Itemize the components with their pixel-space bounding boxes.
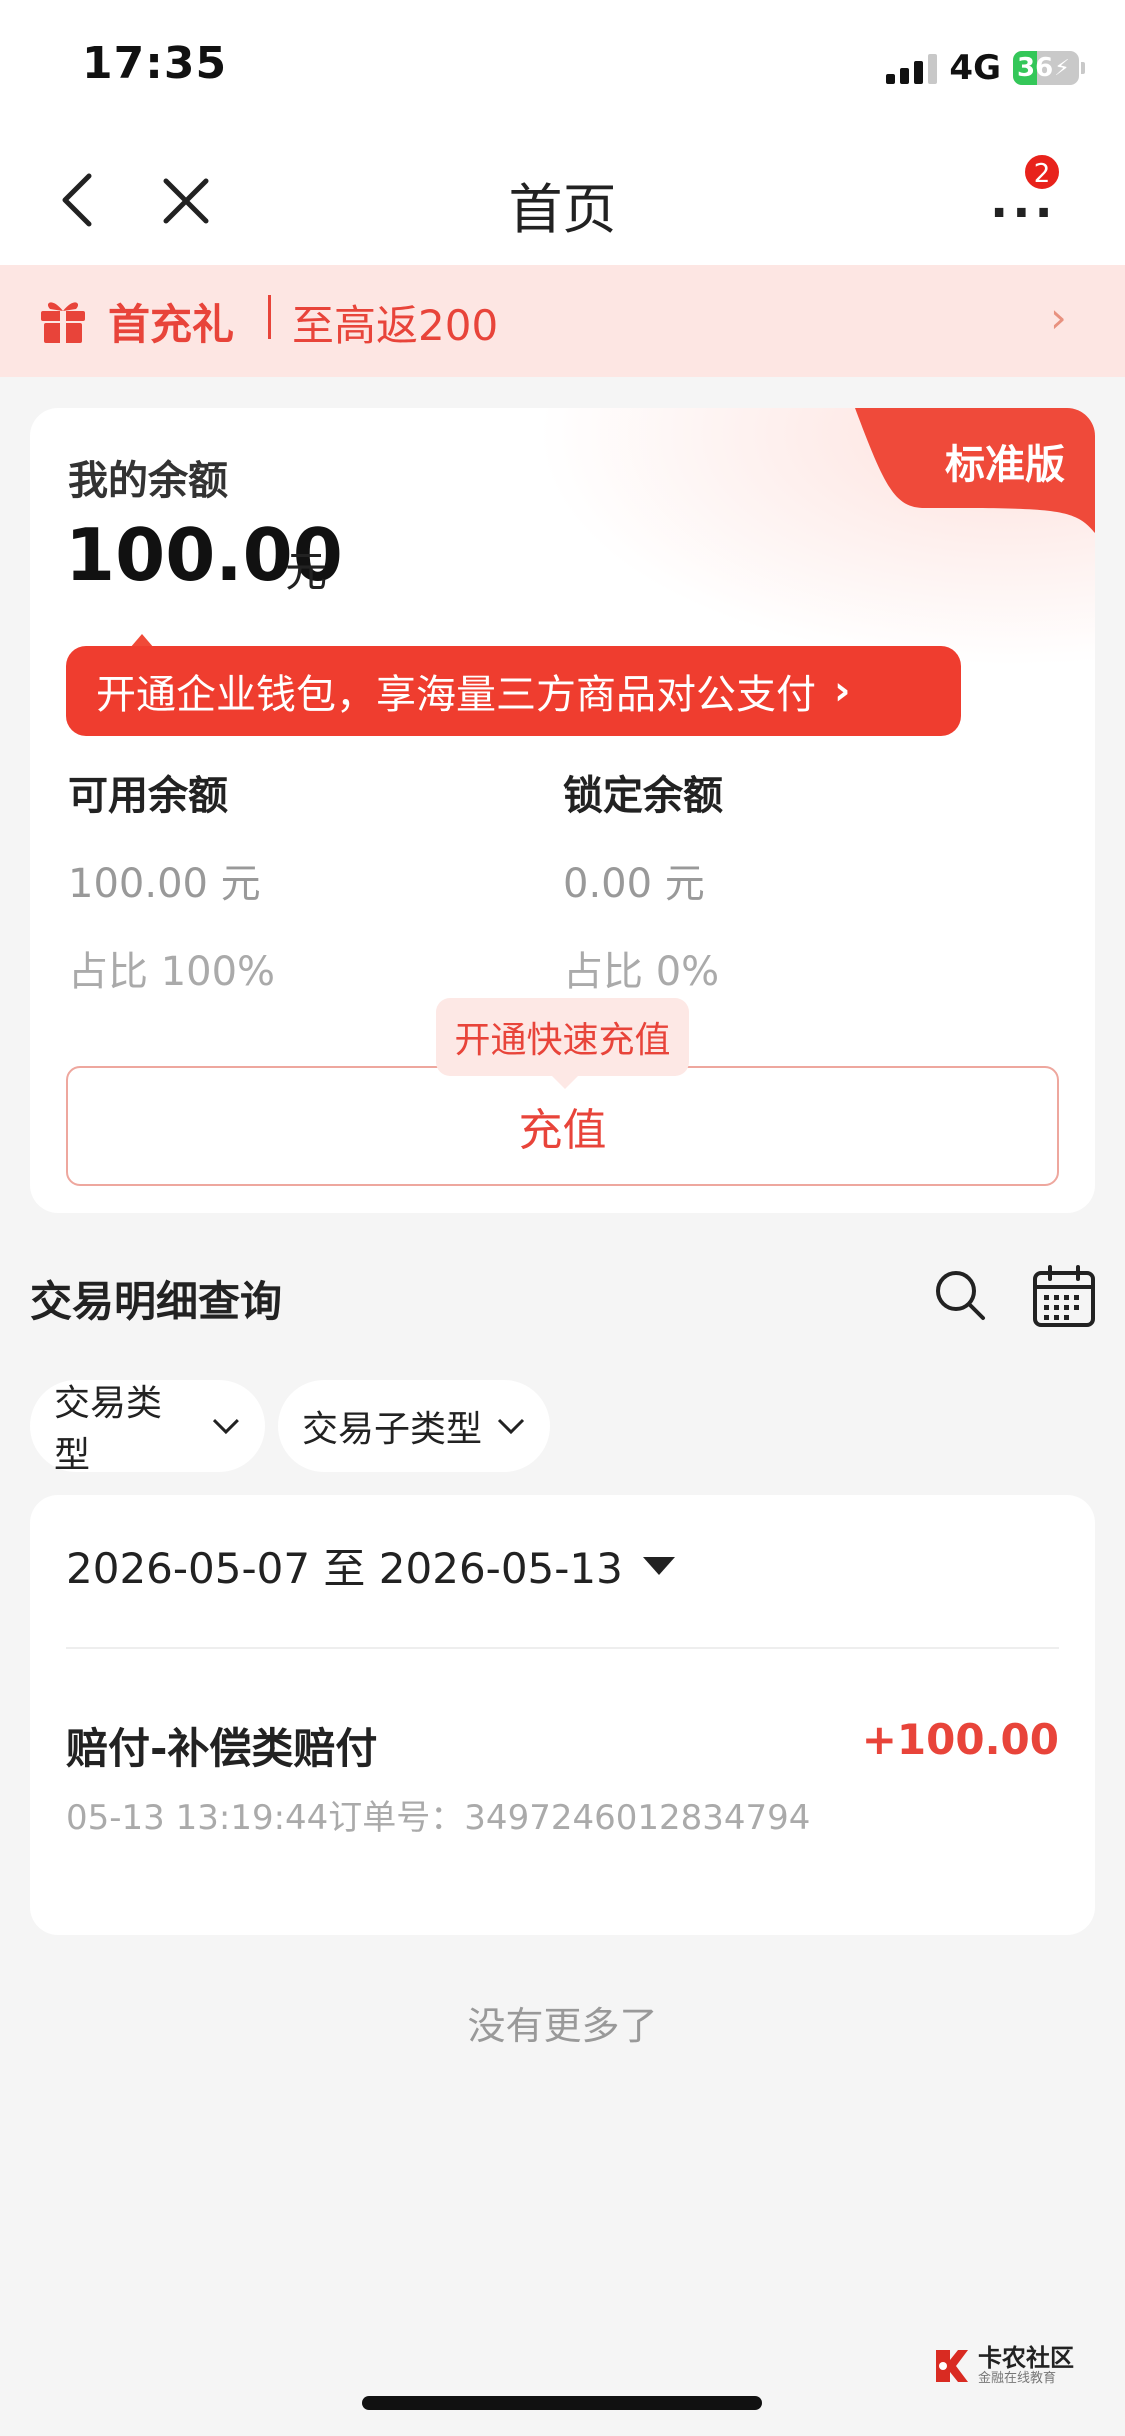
battery-icon: 36 ⚡ — [1013, 51, 1079, 85]
watermark-title: 卡农社区 — [978, 2344, 1074, 2372]
chevron-down-icon — [497, 1418, 525, 1435]
quick-tip-pointer — [551, 1075, 579, 1089]
section-title: 交易明细查询 — [30, 1277, 283, 1326]
locked-value: 0.00 元 — [563, 861, 705, 907]
transaction-amount: +100.00 — [861, 1715, 1059, 1764]
balance-unit: 元 — [285, 547, 328, 596]
available-value: 100.00 元 — [68, 861, 261, 907]
chevron-right-icon: › — [1050, 293, 1067, 342]
caret-down-icon — [642, 1556, 675, 1575]
watermark-subtitle: 金融在线教育 — [978, 2371, 1057, 2386]
locked-balance: 锁定余额 0.00 元 占比 0% — [563, 763, 723, 997]
filter-transaction-type[interactable]: 交易类型 — [30, 1380, 265, 1476]
transaction-list: 2026-05-07 至 2026-05-13 赔付-补偿类赔付 +100.00… — [30, 1495, 1095, 1935]
status-time: 17:35 — [82, 38, 228, 89]
promo-banner[interactable]: 首充礼 至高返200 › — [0, 265, 1125, 377]
filter-label: 交易类型 — [54, 1383, 163, 1476]
promo-title: 首充礼 — [108, 300, 235, 349]
locked-label: 锁定余额 — [563, 773, 723, 819]
more-icon[interactable]: ··· — [990, 185, 1057, 241]
enterprise-wallet-tip-text: 开通企业钱包，享海量三方商品对公支付 — [96, 672, 816, 718]
gift-icon — [41, 302, 85, 343]
list-end-text: 没有更多了 — [467, 2004, 658, 2048]
watermark-logo — [936, 2349, 968, 2382]
nav-bar: 首页 ··· — [0, 135, 1125, 265]
status-bar: 17:35 4G 36 ⚡ — [0, 0, 1125, 135]
signal-icon — [886, 52, 938, 84]
promo-text: 至高返200 — [292, 301, 499, 350]
date-range-selector[interactable]: 2026-05-07 至 2026-05-13 — [66, 1535, 675, 1596]
page-title: 首页 — [508, 178, 617, 241]
calendar-icon[interactable] — [1032, 1265, 1096, 1329]
search-icon[interactable] — [933, 1268, 987, 1322]
chevron-right-icon: › — [834, 668, 851, 714]
balance-label: 我的余额 — [68, 458, 228, 504]
chevron-down-icon — [213, 1418, 240, 1435]
home-indicator[interactable] — [362, 2396, 762, 2410]
available-balance: 可用余额 100.00 元 占比 100% — [68, 763, 275, 997]
filter-label: 交易子类型 — [302, 1409, 483, 1450]
status-indicators: 4G 36 ⚡ — [886, 48, 1085, 88]
notification-badge: 2 — [1023, 153, 1061, 191]
quick-recharge-tip[interactable]: 开通快速充值 — [436, 998, 689, 1076]
balance-card: 标准版 我的余额 100.00 元 开通企业钱包，享海量三方商品对公支付 › 可… — [30, 408, 1095, 1213]
transaction-meta: 05-13 13:19:44订单号：3497246012834794 — [66, 1798, 811, 1838]
date-range-text: 2026-05-07 至 2026-05-13 — [66, 1544, 623, 1593]
network-type: 4G — [949, 48, 1001, 88]
locked-ratio: 占比 0% — [563, 949, 720, 995]
transaction-name: 赔付-补偿类赔付 — [66, 1724, 378, 1773]
edition-badge: 标准版 — [945, 442, 1065, 488]
enterprise-wallet-tip[interactable]: 开通企业钱包，享海量三方商品对公支付 › — [66, 646, 961, 736]
battery-level: 36 — [1017, 53, 1054, 83]
promo-divider — [268, 295, 271, 339]
watermark: 卡农社区 金融在线教育 — [932, 2345, 1074, 2386]
filter-transaction-subtype[interactable]: 交易子类型 — [278, 1380, 550, 1472]
available-label: 可用余额 — [68, 773, 228, 819]
available-ratio: 占比 100% — [68, 949, 276, 995]
divider — [66, 1647, 1059, 1649]
